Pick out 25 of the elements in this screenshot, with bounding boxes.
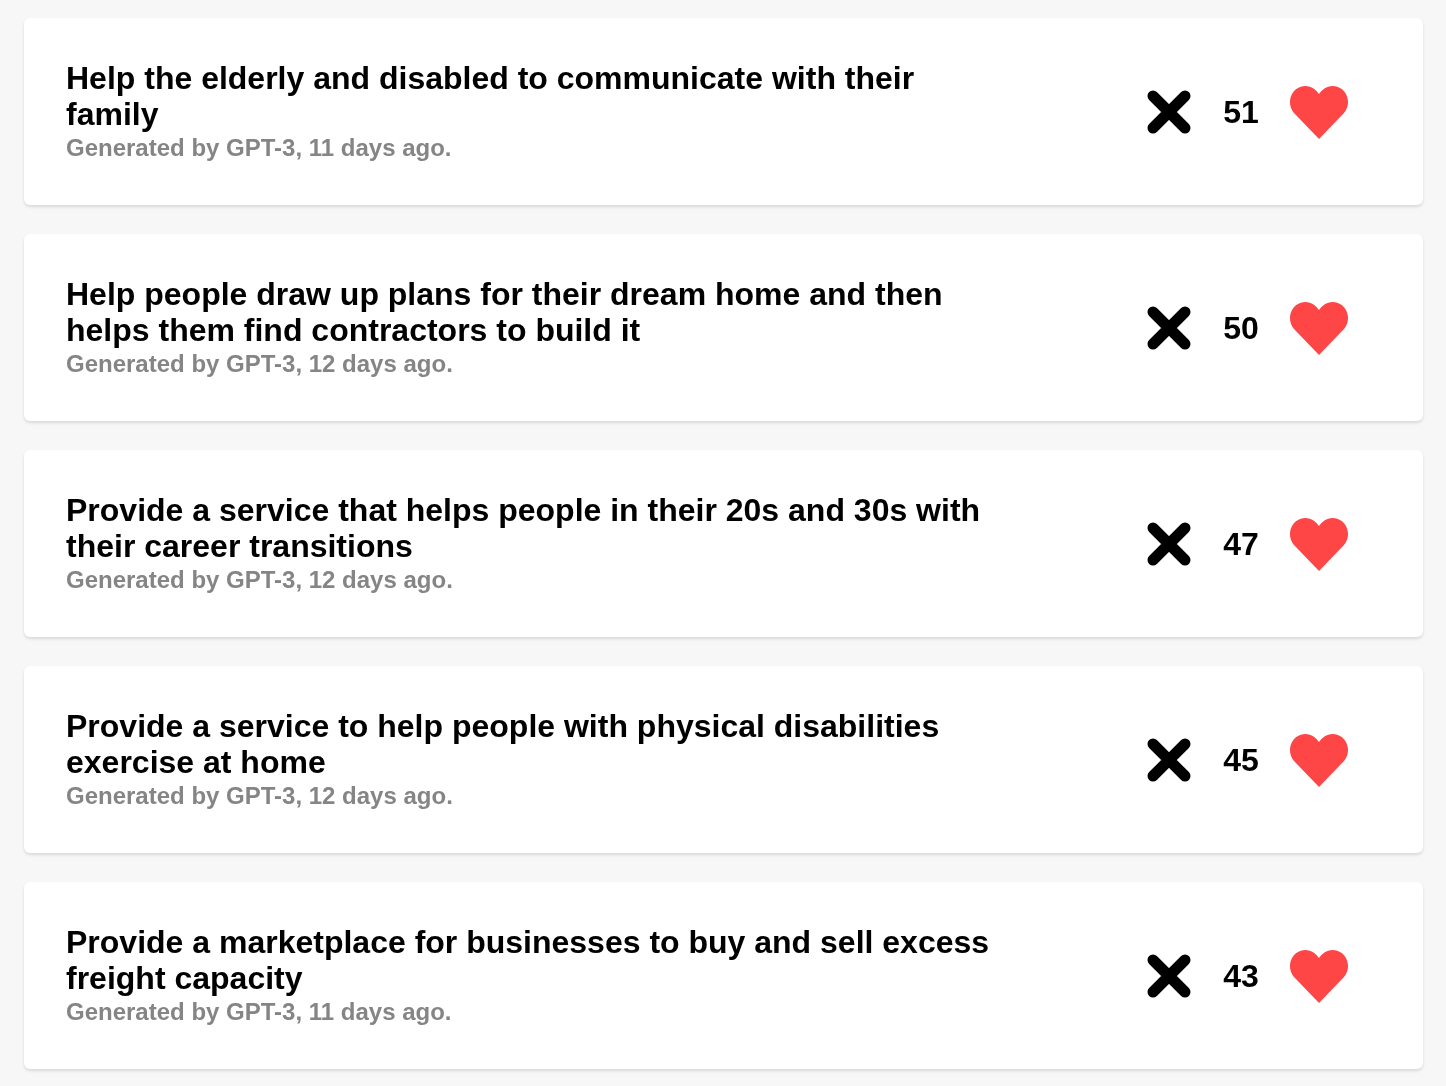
- idea-meta: Generated by GPT-3, 12 days ago.: [66, 564, 454, 595]
- like-button[interactable]: [1289, 948, 1349, 1003]
- heart-icon: [1289, 84, 1349, 139]
- vote-count: 45: [1222, 740, 1260, 780]
- idea-title: Provide a service to help people with physical disabilities exercise at home: [66, 707, 941, 780]
- like-button[interactable]: [1289, 300, 1349, 355]
- vote-count: 43: [1222, 956, 1260, 996]
- heart-icon: [1289, 516, 1349, 571]
- like-button[interactable]: [1289, 732, 1349, 787]
- idea-title: Provide a service that helps people in their 20s and 30s with their career transitions: [66, 491, 982, 564]
- vote-count: 51: [1222, 92, 1260, 132]
- idea-meta: Generated by GPT-3, 11 days ago.: [66, 996, 453, 1027]
- like-button[interactable]: [1289, 516, 1349, 571]
- idea-title: Help the elderly and disabled to communicate with their family: [66, 59, 916, 132]
- like-button[interactable]: [1289, 84, 1349, 139]
- heart-icon: [1289, 948, 1349, 1003]
- idea-title: Help people draw up plans for their dream home and then helps them find contractors to build it: [66, 275, 944, 348]
- vote-count: 50: [1222, 308, 1260, 348]
- idea-meta: Generated by GPT-3, 12 days ago.: [66, 780, 454, 811]
- heart-icon: [1289, 732, 1349, 787]
- idea-title: Provide a marketplace for businesses to buy and sell excess freight capacity: [66, 923, 991, 996]
- vote-count: 47: [1222, 524, 1260, 564]
- heart-icon: [1289, 300, 1349, 355]
- idea-meta: Generated by GPT-3, 11 days ago.: [66, 132, 453, 163]
- idea-meta: Generated by GPT-3, 12 days ago.: [66, 348, 454, 379]
